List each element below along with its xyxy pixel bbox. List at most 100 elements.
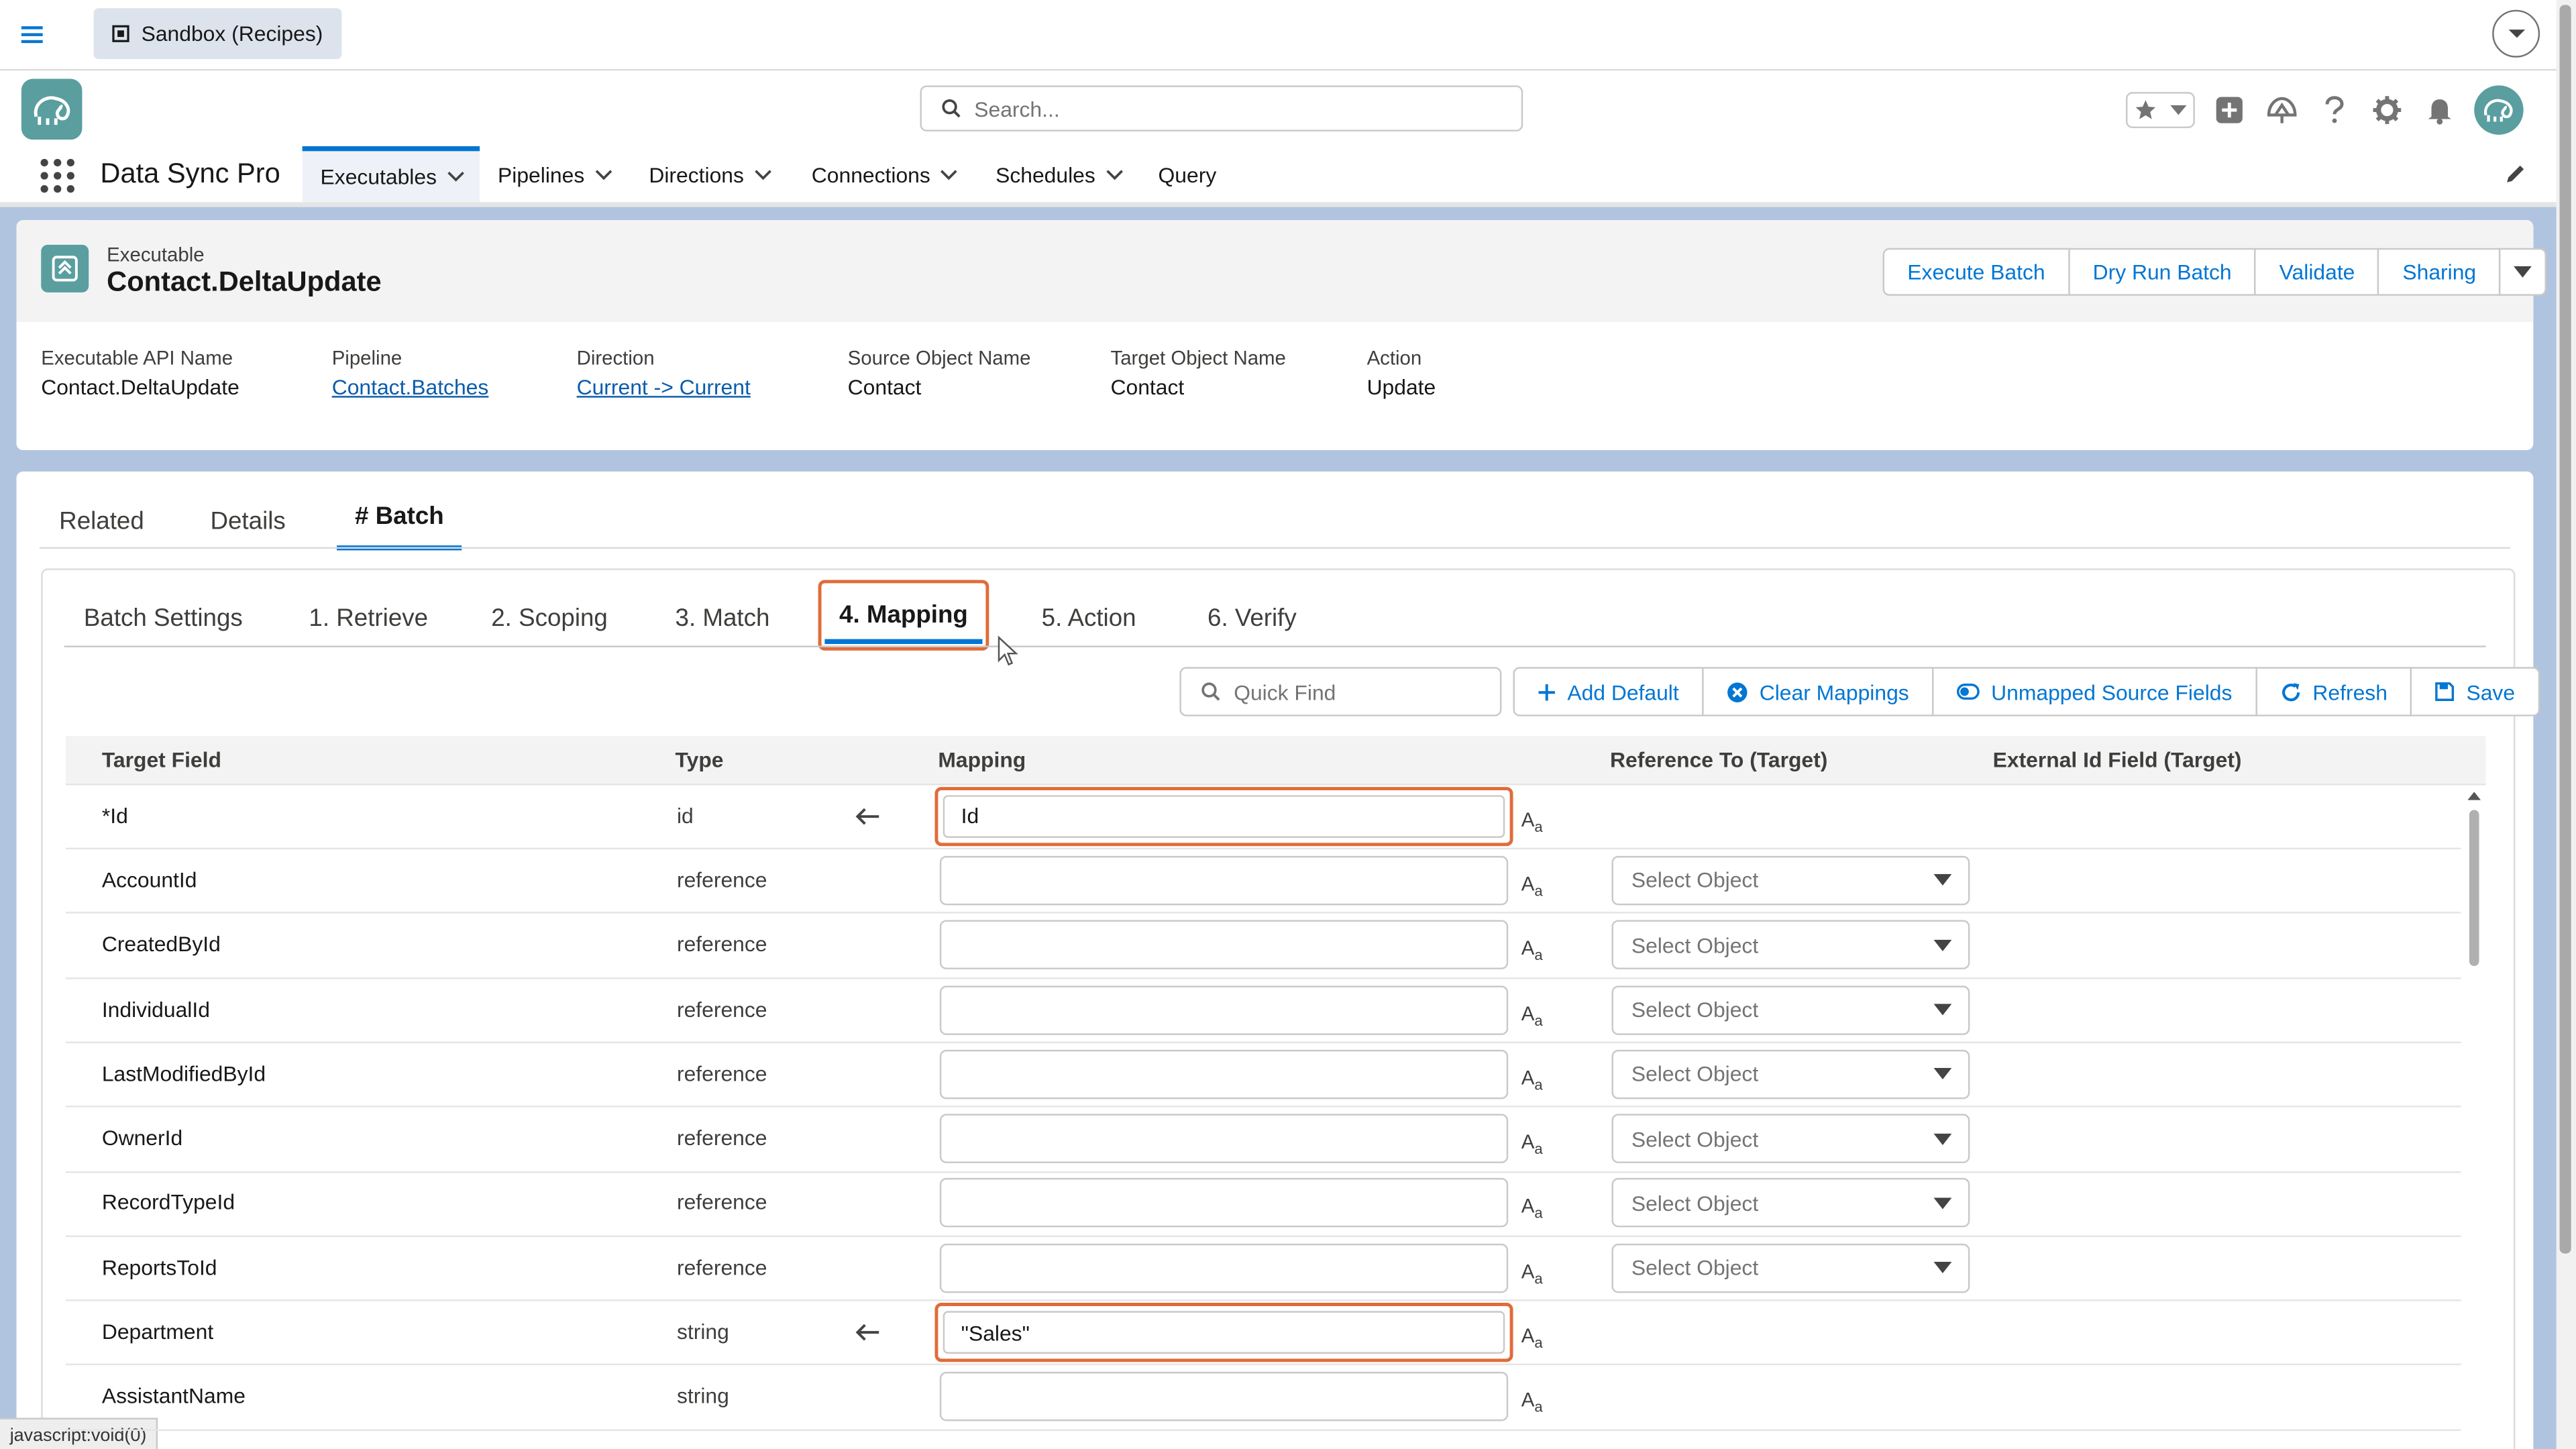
reference-object-select[interactable]: Select Object xyxy=(1611,985,1970,1034)
notifications-bell-icon[interactable] xyxy=(2422,92,2458,128)
mapping-input[interactable] xyxy=(939,985,1509,1034)
chevron-down-icon[interactable] xyxy=(2170,105,2187,115)
reference-object-select[interactable]: Select Object xyxy=(1611,1114,1970,1164)
formula-toggle-icon[interactable]: Aa xyxy=(1521,937,1543,964)
aa-letter: A xyxy=(1521,1389,1535,1412)
save-button[interactable]: Save xyxy=(2410,667,2540,716)
aa-sub-letter: a xyxy=(1534,818,1543,835)
nav-item-schedules[interactable]: Schedules xyxy=(977,146,1141,202)
tabs-divider xyxy=(39,547,2511,549)
reference-object-select[interactable]: Select Object xyxy=(1611,1049,1970,1099)
table-scrollbar-thumb[interactable] xyxy=(2469,810,2479,967)
formula-toggle-icon[interactable]: Aa xyxy=(1521,808,1543,835)
button-label: Add Default xyxy=(1567,679,1679,704)
tab-batch[interactable]: # Batch xyxy=(337,502,462,551)
add-icon[interactable] xyxy=(2211,92,2247,128)
quick-find-input[interactable]: Quick Find xyxy=(1179,667,1502,716)
gear-icon[interactable] xyxy=(2369,92,2405,128)
validate-button[interactable]: Validate xyxy=(2254,248,2380,296)
nav-item-connections[interactable]: Connections xyxy=(794,146,977,202)
record-actions: Execute Batch Dry Run Batch Validate Sha… xyxy=(1882,248,2547,296)
trailhead-icon[interactable] xyxy=(2264,92,2300,128)
mapping-input[interactable]: Id xyxy=(934,786,1513,846)
chevron-down-icon[interactable] xyxy=(1105,168,1123,180)
highlight-label: Action xyxy=(1366,346,1422,370)
subtab-match[interactable]: 3. Match xyxy=(676,604,770,633)
add-icon xyxy=(1538,683,1556,701)
refresh-button[interactable]: Refresh xyxy=(2255,667,2412,716)
subtab-action[interactable]: 5. Action xyxy=(1042,604,1136,633)
app-launcher-icon[interactable] xyxy=(40,158,76,194)
menu-icon[interactable] xyxy=(19,21,46,48)
reference-object-select[interactable]: Select Object xyxy=(1611,1243,1970,1293)
edit-nav-pencil-icon[interactable] xyxy=(2504,162,2526,185)
favorites-group[interactable] xyxy=(2126,92,2195,129)
execute-batch-button[interactable]: Execute Batch xyxy=(1882,248,2070,296)
nav-item-executables[interactable]: Executables xyxy=(302,146,480,203)
formula-toggle-icon[interactable]: Aa xyxy=(1521,1324,1543,1351)
sandbox-badge[interactable]: Sandbox (Recipes) xyxy=(93,8,341,60)
mapping-input[interactable] xyxy=(939,1114,1509,1164)
reference-object-select[interactable]: Select Object xyxy=(1611,855,1970,906)
aa-sub-letter: a xyxy=(1534,1399,1543,1416)
mapping-input[interactable] xyxy=(939,920,1509,970)
mapping-input[interactable] xyxy=(939,1049,1509,1099)
chevron-down-icon[interactable] xyxy=(754,168,772,180)
page-scrollbar-thumb[interactable] xyxy=(2559,5,2571,1254)
global-search-input[interactable]: Search... xyxy=(920,85,1523,131)
formula-toggle-icon[interactable]: Aa xyxy=(1521,872,1543,899)
mapping-toolbar: Add Default Clear Mappings Unmapped Sour… xyxy=(1513,667,2540,716)
direction-link[interactable]: Current -> Current xyxy=(577,374,751,399)
tab-details[interactable]: Details xyxy=(210,508,285,536)
formula-toggle-icon[interactable]: Aa xyxy=(1521,1389,1543,1415)
unmapped-source-fields-button[interactable]: Unmapped Source Fields xyxy=(1931,667,2257,716)
mapping-input[interactable] xyxy=(939,1179,1509,1228)
chevron-down-icon xyxy=(2514,266,2532,278)
chevron-down-icon xyxy=(1933,939,1952,951)
tab-related[interactable]: Related xyxy=(59,508,144,536)
type-cell: reference xyxy=(676,932,767,957)
mapping-input[interactable] xyxy=(939,855,1509,906)
add-default-button[interactable]: Add Default xyxy=(1513,667,1704,716)
dry-run-batch-button[interactable]: Dry Run Batch xyxy=(2068,248,2257,296)
sharing-button[interactable]: Sharing xyxy=(2377,248,2501,296)
pipeline-link[interactable]: Contact.Batches xyxy=(332,374,489,399)
nav-item-pipelines[interactable]: Pipelines xyxy=(480,146,631,202)
mapping-value[interactable]: Id xyxy=(943,794,1505,838)
target-field-cell: AccountId xyxy=(101,867,197,892)
nav-item-directions[interactable]: Directions xyxy=(631,146,790,202)
subtab-scoping[interactable]: 2. Scoping xyxy=(491,604,608,633)
mapping-input[interactable] xyxy=(939,1372,1509,1422)
formula-toggle-icon[interactable]: Aa xyxy=(1521,1260,1543,1287)
subtab-retrieve[interactable]: 1. Retrieve xyxy=(309,604,428,633)
aa-letter: A xyxy=(1521,1324,1535,1348)
chevron-down-icon[interactable] xyxy=(594,168,612,180)
mapping-input[interactable] xyxy=(939,1243,1509,1293)
reference-object-select[interactable]: Select Object xyxy=(1611,1179,1970,1228)
formula-toggle-icon[interactable]: Aa xyxy=(1521,1066,1543,1093)
chevron-down-icon[interactable] xyxy=(941,168,959,180)
formula-toggle-icon[interactable]: Aa xyxy=(1521,1195,1543,1222)
clear-mappings-button[interactable]: Clear Mappings xyxy=(1702,667,1934,716)
formula-toggle-icon[interactable]: Aa xyxy=(1521,1130,1543,1157)
formula-toggle-icon[interactable]: Aa xyxy=(1521,1002,1543,1028)
app-logo[interactable] xyxy=(21,78,83,140)
refresh-icon xyxy=(2279,681,2301,702)
nav-label: Pipelines xyxy=(498,162,585,186)
chevron-down-icon[interactable] xyxy=(447,171,465,182)
subtab-verify[interactable]: 6. Verify xyxy=(1208,604,1297,633)
mapping-value[interactable]: "Sales" xyxy=(943,1311,1505,1354)
highlight-label: Direction xyxy=(576,346,655,370)
more-actions-button[interactable] xyxy=(2499,248,2547,296)
help-icon[interactable] xyxy=(2316,92,2353,128)
nav-label: Executables xyxy=(320,164,437,189)
aa-sub-letter: a xyxy=(1534,1140,1543,1158)
mapping-input[interactable]: "Sales" xyxy=(934,1303,1513,1362)
star-icon[interactable] xyxy=(2134,99,2157,121)
setup-menu-button[interactable] xyxy=(2492,9,2540,58)
subtab-batch-settings[interactable]: Batch Settings xyxy=(84,604,243,633)
target-field-cell: ReportsToId xyxy=(101,1254,217,1280)
reference-object-select[interactable]: Select Object xyxy=(1611,920,1970,970)
nav-item-query[interactable]: Query xyxy=(1140,146,1235,202)
user-avatar[interactable] xyxy=(2474,85,2524,135)
